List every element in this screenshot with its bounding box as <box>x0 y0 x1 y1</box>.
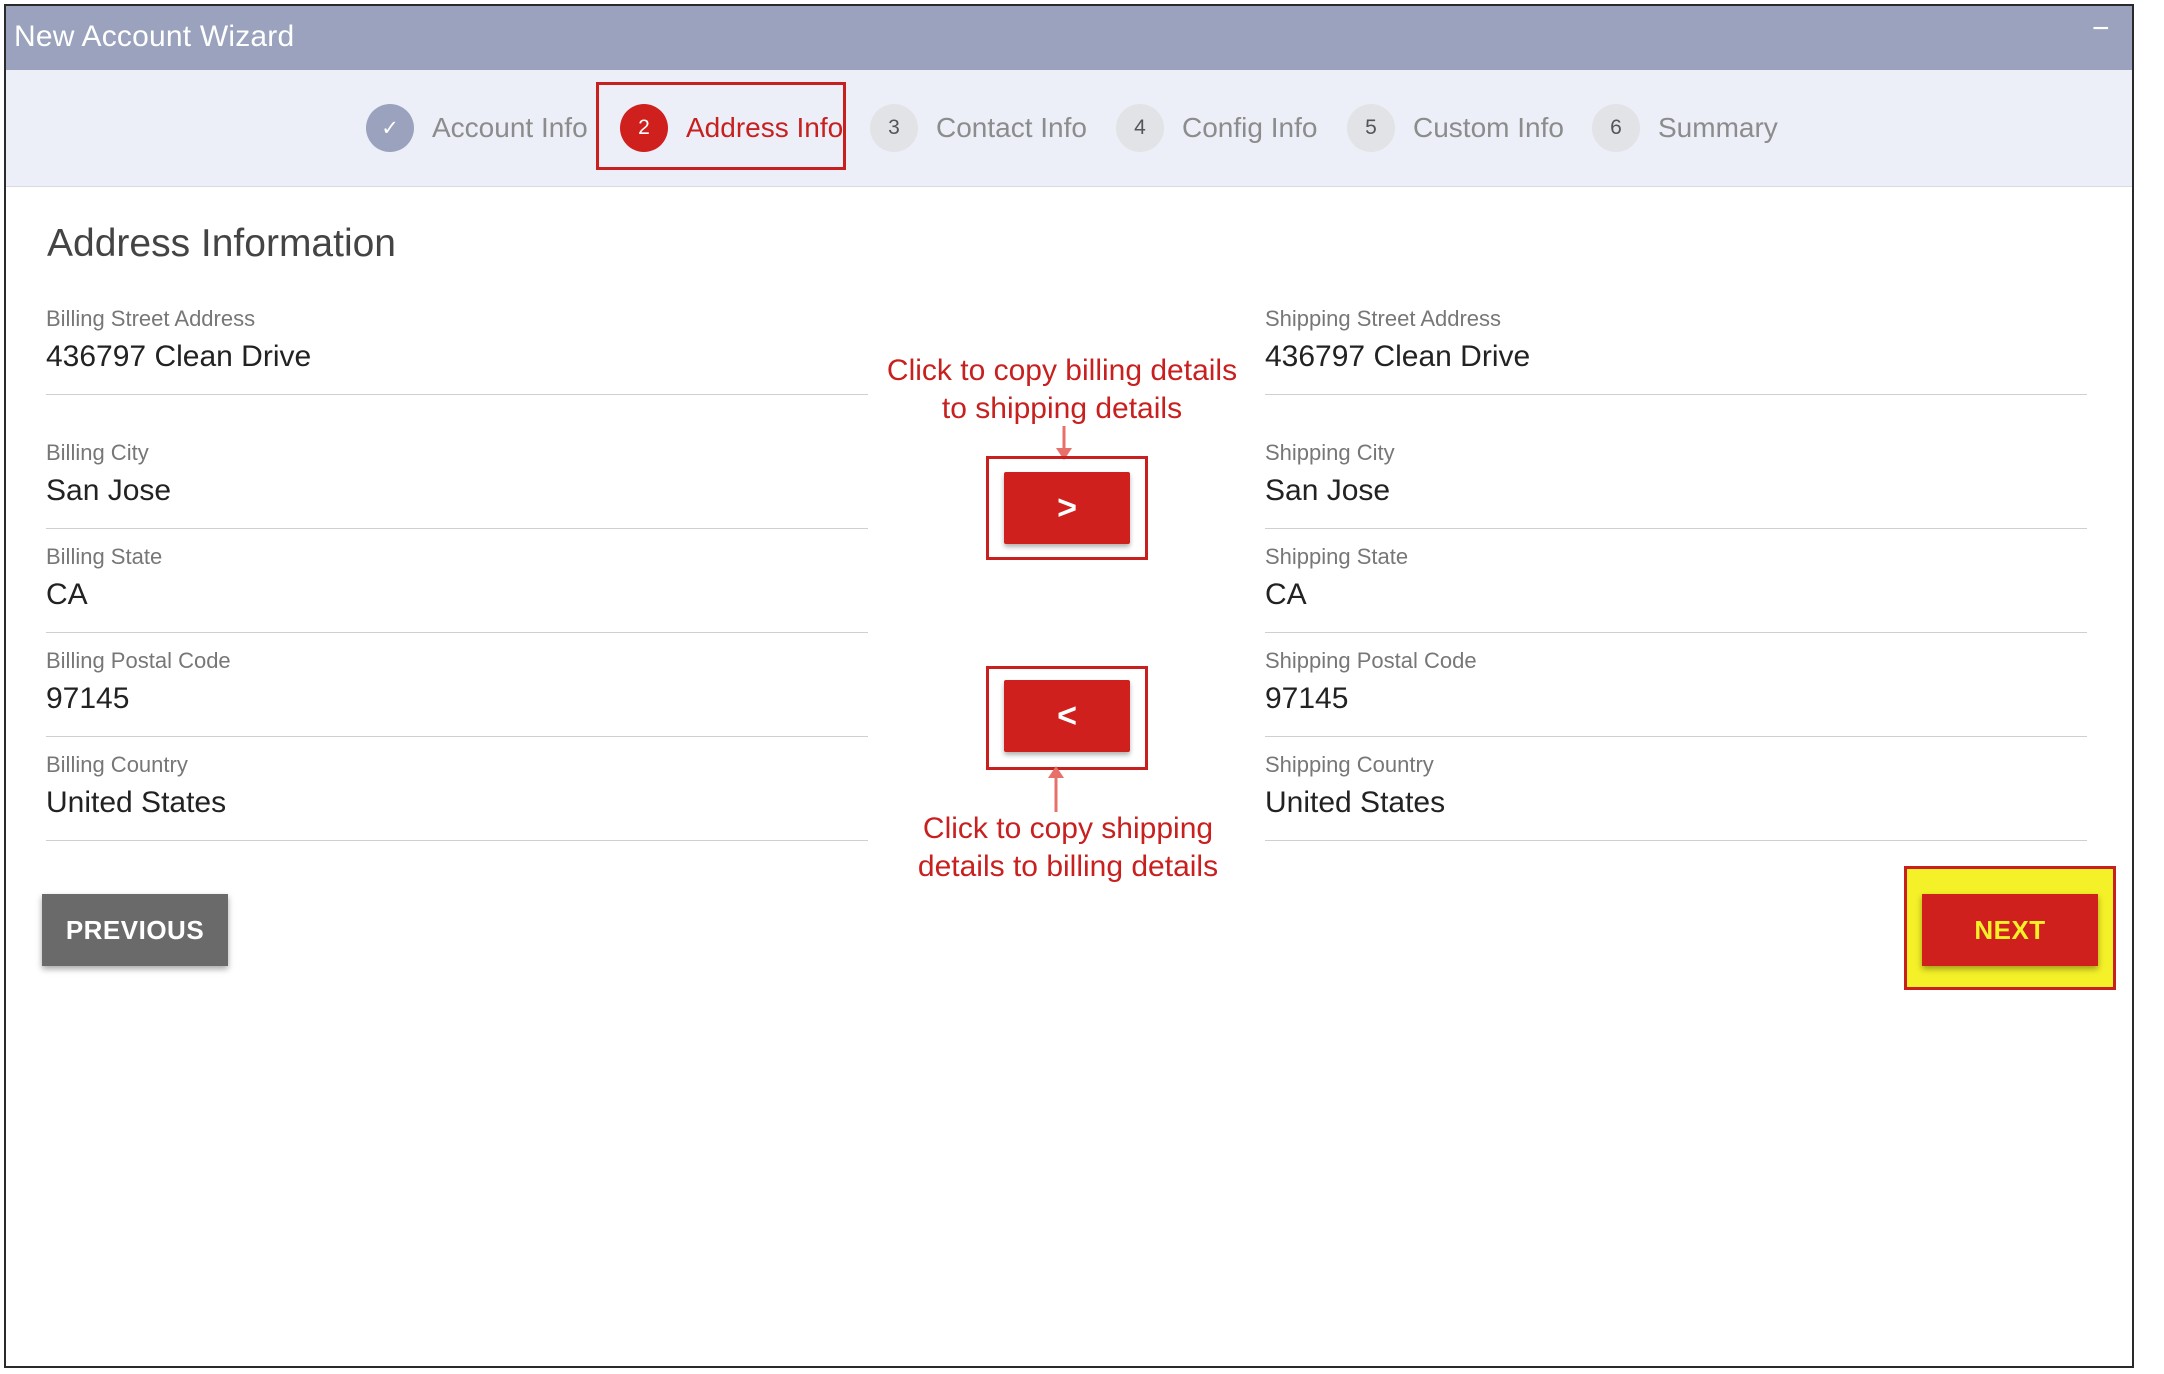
step-number: 3 <box>870 104 918 152</box>
field-label: Billing Postal Code <box>46 648 231 673</box>
field-label: Billing Street Address <box>46 306 256 331</box>
wizard-stepper: ✓ Account Info 2 Address Info 3 Contact … <box>6 70 2132 187</box>
shipping-country-field[interactable]: Shipping Country United States <box>1265 752 2087 841</box>
field-label: Shipping City <box>1265 440 1395 465</box>
shipping-street-field[interactable]: Shipping Street Address 436797 Clean Dri… <box>1265 306 2087 395</box>
annotation-line: Click to copy shipping <box>922 812 1214 845</box>
title-bar: New Account Wizard − ✕ <box>6 6 2132 70</box>
copy-to-billing-button[interactable]: < <box>1004 680 1130 752</box>
field-value[interactable]: 436797 Clean Drive <box>1265 340 2087 374</box>
field-value[interactable]: CA <box>1265 578 2087 612</box>
field-value[interactable]: San Jose <box>46 474 868 508</box>
billing-postal-field[interactable]: Billing Postal Code 97145 <box>46 648 868 737</box>
check-icon: ✓ <box>366 104 414 152</box>
wizard-window: New Account Wizard − ✕ ✓ Account Info 2 … <box>4 4 2134 1368</box>
step-number: 4 <box>1116 104 1164 152</box>
billing-country-field[interactable]: Billing Country United States <box>46 752 868 841</box>
step-label: Contact Info <box>936 112 1087 143</box>
field-value[interactable]: 97145 <box>1265 682 2087 716</box>
next-button[interactable]: NEXT <box>1922 894 2098 966</box>
annotation-copy-to-shipping: Click to copy billing details to shippin… <box>862 352 1262 428</box>
field-value[interactable]: United States <box>46 786 868 820</box>
field-label: Shipping Street Address <box>1265 306 1502 331</box>
step-label: Summary <box>1658 112 1778 143</box>
annotation-line: details to billing details <box>917 850 1219 883</box>
field-value[interactable]: San Jose <box>1265 474 2087 508</box>
step-contact-info[interactable]: 3 Contact Info <box>870 70 1087 186</box>
annotation-copy-to-billing: Click to copy shipping details to billin… <box>868 810 1268 886</box>
field-label: Shipping State <box>1265 544 1409 569</box>
annotation-line: Click to copy billing details <box>886 354 1238 387</box>
field-label: Billing State <box>46 544 163 569</box>
arrow-up-icon <box>1048 766 1064 812</box>
step-label: Account Info <box>432 112 588 143</box>
step-number: 5 <box>1347 104 1395 152</box>
billing-state-field[interactable]: Billing State CA <box>46 544 868 633</box>
active-step-highlight <box>596 82 846 170</box>
shipping-postal-field[interactable]: Shipping Postal Code 97145 <box>1265 648 2087 737</box>
copy-to-shipping-button[interactable]: > <box>1004 472 1130 544</box>
previous-button[interactable]: PREVIOUS <box>42 894 228 966</box>
close-icon[interactable]: ✕ <box>2128 16 2132 56</box>
billing-city-field[interactable]: Billing City San Jose <box>46 440 868 529</box>
field-label: Billing City <box>46 440 149 465</box>
shipping-city-field[interactable]: Shipping City San Jose <box>1265 440 2087 529</box>
field-value[interactable]: United States <box>1265 786 2087 820</box>
step-config-info[interactable]: 4 Config Info <box>1116 70 1317 186</box>
field-value[interactable]: 97145 <box>46 682 868 716</box>
field-value[interactable]: CA <box>46 578 868 612</box>
billing-street-field[interactable]: Billing Street Address 436797 Clean Driv… <box>46 306 868 395</box>
annotation-line: to shipping details <box>941 392 1183 425</box>
shipping-state-field[interactable]: Shipping State CA <box>1265 544 2087 633</box>
field-label: Billing Country <box>46 752 188 777</box>
page-title: Address Information <box>47 222 397 265</box>
minimize-icon[interactable]: − <box>2092 12 2110 46</box>
field-value[interactable]: 436797 Clean Drive <box>46 340 868 374</box>
step-summary[interactable]: 6 Summary <box>1592 70 1778 186</box>
window-title: New Account Wizard <box>14 20 295 53</box>
field-label: Shipping Postal Code <box>1265 648 1477 673</box>
step-custom-info[interactable]: 5 Custom Info <box>1347 70 1564 186</box>
field-label: Shipping Country <box>1265 752 1434 777</box>
step-label: Custom Info <box>1413 112 1564 143</box>
step-label: Config Info <box>1182 112 1318 143</box>
step-account-info[interactable]: ✓ Account Info <box>366 70 588 186</box>
step-number: 6 <box>1592 104 1640 152</box>
